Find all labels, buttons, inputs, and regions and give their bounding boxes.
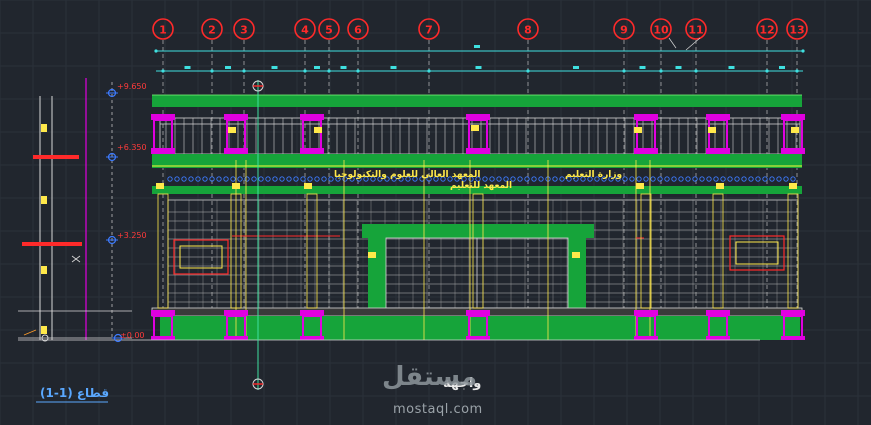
- grid-label-13: 13: [789, 24, 804, 37]
- section-dim-mark-3: [41, 266, 47, 274]
- level-label-ground: ±0.00: [120, 331, 145, 340]
- section-dim-mark-2: [41, 196, 47, 204]
- dim-value-mark-6: [390, 66, 397, 69]
- annotation-mark-1: [228, 127, 236, 133]
- grid-label-7: 7: [425, 24, 433, 37]
- level-label-first: +3.250: [117, 231, 147, 240]
- annotation-mark-13: [368, 252, 376, 258]
- column-3: [300, 114, 324, 340]
- dim-tick-7: [427, 69, 431, 73]
- grid-label-4: 4: [301, 24, 309, 37]
- dim-value-mark-9: [639, 66, 646, 69]
- annotation-mark-14: [572, 252, 580, 258]
- grid-bubble-10: 10: [650, 18, 672, 40]
- dim-value-mark-1: [184, 66, 191, 69]
- grid-bubble-6: 6: [347, 18, 369, 40]
- grid-bubble-9: 9: [613, 18, 635, 40]
- facade-sign-left: المعهد العالي للعلوم والتكنولوجيا: [334, 170, 481, 180]
- dim-value-mark-11: [728, 66, 735, 69]
- column-5: [634, 114, 658, 340]
- grid-label-12: 12: [759, 24, 774, 37]
- grid-label-11: 11: [688, 24, 703, 37]
- facade-sign-right: وزارة التعليم: [565, 170, 623, 180]
- grid-label-2: 2: [208, 24, 216, 37]
- grid-bubble-2: 2: [201, 18, 223, 40]
- annotation-mark-9: [304, 183, 312, 189]
- dim-value-mark-3: [271, 66, 278, 69]
- grid-label-9: 9: [620, 24, 628, 37]
- grid-bubble-13: 13: [786, 18, 808, 40]
- dim-tick-start: [154, 49, 158, 53]
- dim-tick-2: [210, 69, 214, 73]
- section-leader-1: [23, 329, 37, 336]
- annotation-mark-6: [791, 127, 799, 133]
- dim-tick-8: [526, 69, 530, 73]
- roof-slab: [152, 95, 802, 107]
- section-dim-mark-1: [41, 124, 47, 132]
- grid-bubble-4: 4: [294, 18, 316, 40]
- dim-value-mark-7: [475, 66, 482, 69]
- section-dim-mark-4: [41, 326, 47, 334]
- window-right: [729, 235, 785, 271]
- annotation-mark-5: [708, 127, 716, 133]
- dim-tick-12: [765, 69, 769, 73]
- annotation-mark-8: [232, 183, 240, 189]
- dim-value-mark-10: [675, 66, 682, 69]
- grid-label-8: 8: [524, 24, 532, 37]
- grid-label-10: 10: [653, 24, 669, 37]
- watermark-url: mostaql.com: [393, 402, 483, 417]
- facade-sign-center: المعهد للتعليم: [450, 181, 513, 191]
- dim-tick-13: [795, 69, 799, 73]
- dim-tick-end: [801, 49, 805, 53]
- grid-bubble-3: 3: [233, 18, 255, 40]
- annotation-mark-11: [716, 183, 724, 189]
- dim-tick-6: [356, 69, 360, 73]
- annotation-mark-12: [789, 183, 797, 189]
- dim-tick-11: [694, 69, 698, 73]
- leader-10: [668, 37, 677, 49]
- annotation-mark-7: [156, 183, 164, 189]
- dim-value-mark-2: [225, 66, 231, 69]
- entrance-lintel: [362, 224, 594, 238]
- dim-tick-3: [242, 69, 246, 73]
- dim-tick-5: [327, 69, 331, 73]
- grid-label-6: 6: [354, 24, 362, 37]
- annotation-mark-2: [314, 127, 322, 133]
- level-label-upper: +6.350: [117, 143, 147, 152]
- section-slab-upper: [33, 155, 79, 159]
- dim-value-mark-4: [314, 66, 320, 69]
- section-caption: قطاع (1-1): [40, 386, 110, 400]
- grid-label-3: 3: [240, 24, 248, 37]
- grid-label-1: 1: [159, 24, 167, 37]
- dim-value-mark-12: [779, 66, 785, 69]
- annotation-mark-3: [471, 125, 479, 131]
- grid-bubble-11: 11: [685, 18, 707, 40]
- annotation-mark-4: [634, 127, 642, 133]
- window-right-inner: [735, 241, 779, 265]
- annotation-mark-10: [636, 183, 644, 189]
- dim-tick-9: [622, 69, 626, 73]
- watermark-logo: مستقل: [382, 362, 478, 392]
- grid-bubble-1: 1: [152, 18, 174, 40]
- dim-tick-1: [161, 69, 165, 73]
- column-7: [781, 114, 805, 340]
- overall-dim-value-mark: [474, 45, 480, 48]
- dim-value-mark-8: [573, 66, 579, 69]
- grid-bubble-12: 12: [756, 18, 778, 40]
- entrance-pier-left: [368, 236, 386, 308]
- section-slab-lower: [22, 242, 82, 246]
- grid-bubble-5: 5: [318, 18, 340, 40]
- entrance-pier-right: [568, 236, 586, 308]
- grid-label-5: 5: [325, 24, 333, 37]
- dim-tick-4: [303, 69, 307, 73]
- level-label-roof: +9.650: [117, 82, 147, 91]
- dim-tick-10: [659, 69, 663, 73]
- dim-value-mark-5: [340, 66, 347, 69]
